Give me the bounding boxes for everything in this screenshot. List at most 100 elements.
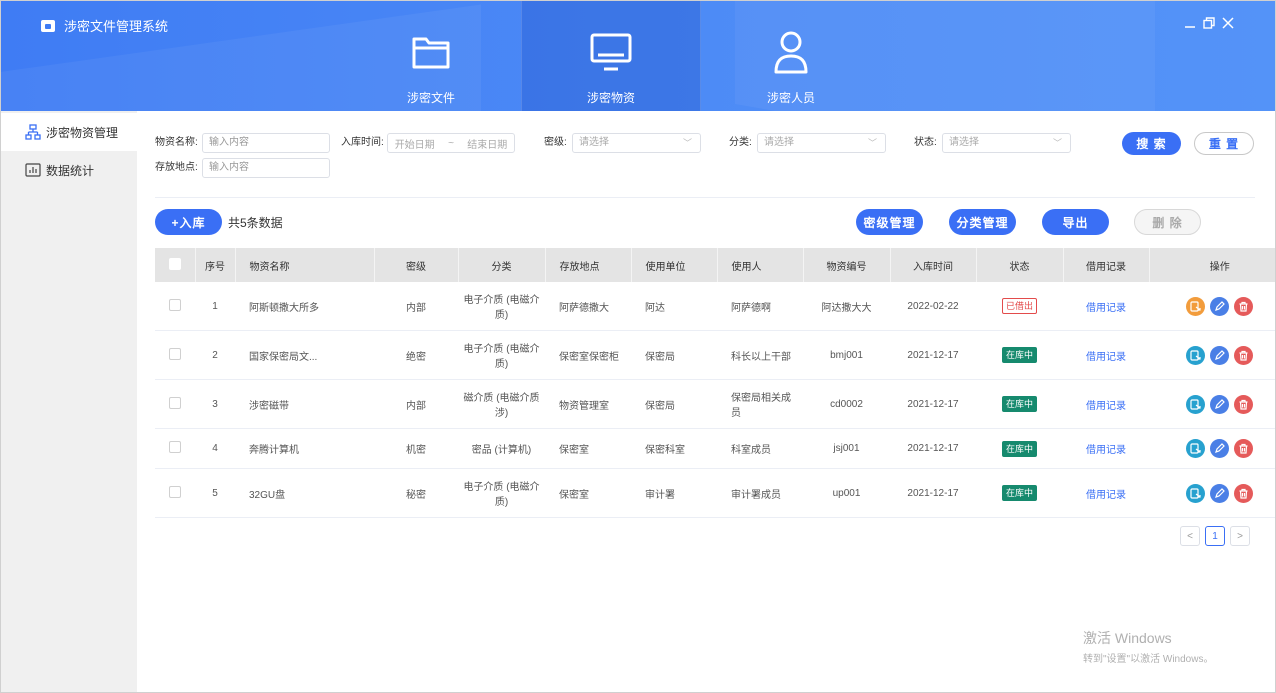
cell-time: 2021-12-17	[890, 468, 976, 518]
cell-level: 内部	[374, 282, 458, 331]
borrow-icon[interactable]	[1186, 439, 1205, 458]
select-all-checkbox[interactable]	[168, 257, 181, 270]
maximize-icon[interactable]	[1202, 15, 1216, 31]
nav-item-files[interactable]: 涉密文件	[341, 1, 521, 111]
search-button[interactable]: 搜 索	[1122, 132, 1181, 155]
edit-icon[interactable]	[1210, 296, 1229, 316]
edit-icon[interactable]	[1210, 345, 1229, 365]
select-placeholder: 请选择	[949, 137, 979, 148]
level-management-button[interactable]: 密级管理	[856, 209, 923, 235]
borrow-record-link[interactable]: 借用记录	[1086, 401, 1126, 412]
sidebar-item-material-management[interactable]: 涉密物资管理	[1, 113, 137, 151]
filter-category-select[interactable]: 请选择 ﹀	[757, 133, 886, 153]
sidebar-item-label: 涉密物资管理	[46, 125, 119, 140]
close-icon[interactable]	[1221, 15, 1235, 31]
header-status: 状态	[976, 248, 1064, 282]
date-end-placeholder: 结束日期	[467, 139, 508, 151]
reset-button[interactable]: 重 置	[1194, 132, 1254, 155]
filter-category-label: 分类:	[729, 137, 752, 148]
row-checkbox[interactable]	[169, 441, 181, 453]
cell-record: 借用记录	[1063, 379, 1149, 429]
cell-time: 2021-12-17	[890, 330, 976, 380]
row-checkbox[interactable]	[169, 485, 181, 498]
cell-name: 国家保密局文...	[235, 330, 374, 380]
prev-page-button[interactable]: <	[1180, 526, 1200, 546]
filter-date-range[interactable]: 开始日期 ~ 结束日期	[387, 133, 515, 153]
category-management-button[interactable]: 分类管理	[949, 209, 1016, 235]
add-stock-button[interactable]: +入库	[155, 209, 222, 235]
trash-icon[interactable]	[1234, 345, 1253, 365]
cell-user: 科长以上干部	[717, 330, 803, 380]
materials-table: 序号 物资名称 密级 分类 存放地点 使用单位 使用人 物资编号 入库时间 状态…	[155, 248, 1275, 518]
status-badge: 在库中	[1001, 396, 1037, 412]
trash-icon[interactable]	[1234, 296, 1253, 316]
status-badge: 已借出	[1001, 298, 1037, 314]
status-badge: 在库中	[1001, 347, 1037, 363]
nav-label-materials: 涉密物资	[586, 91, 635, 105]
main-content: 物资名称: 输入内容 入库时间: 开始日期 ~ 结束日期 密级: 请选择 ﹀ 分…	[137, 111, 1275, 692]
filter-status-label: 状态:	[914, 137, 937, 148]
row-select-cell[interactable]	[155, 468, 195, 518]
cell-level: 绝密	[374, 330, 458, 380]
row-checkbox[interactable]	[169, 298, 181, 311]
row-select-cell[interactable]	[155, 282, 195, 331]
sidebar-item-statistics[interactable]: 数据统计	[1, 151, 137, 189]
app-window: 涉密文件管理系统 涉密文件 涉密物资 涉密人员 涉密物资管理 数据统计 物资名称…	[0, 0, 1276, 693]
borrow-icon[interactable]	[1186, 483, 1205, 503]
trash-icon[interactable]	[1234, 439, 1253, 458]
windows-activation-watermark: 激活 Windows 转到"设置"以激活 Windows。	[1083, 628, 1213, 665]
table-row: 2 国家保密局文... 绝密 电子介质 (电磁介质) 保密室保密柜 保密局 科长…	[155, 330, 1275, 380]
header-unit: 使用单位	[631, 248, 718, 282]
next-page-button[interactable]: >	[1230, 526, 1250, 546]
cell-no: 4	[195, 428, 235, 469]
edit-icon[interactable]	[1210, 439, 1229, 458]
cell-name: 阿斯顿撒大所多	[235, 282, 374, 331]
cell-unit: 阿达	[631, 282, 717, 331]
row-checkbox[interactable]	[169, 396, 181, 409]
cell-name: 奔腾计算机	[235, 428, 374, 469]
cell-record: 借用记录	[1063, 330, 1149, 380]
trash-icon[interactable]	[1234, 394, 1253, 414]
filter-status-select[interactable]: 请选择 ﹀	[942, 133, 1071, 153]
borrow-record-link[interactable]: 借用记录	[1086, 352, 1126, 363]
filter-level-select[interactable]: 请选择 ﹀	[572, 133, 701, 153]
trash-icon[interactable]	[1234, 483, 1253, 503]
row-select-cell[interactable]	[155, 330, 195, 380]
cell-level: 秘密	[374, 468, 458, 518]
user-icon	[773, 29, 809, 75]
sidebar-item-label: 数据统计	[46, 163, 95, 178]
cell-status: 在库中	[976, 330, 1063, 380]
cell-user: 审计署成员	[717, 468, 803, 518]
app-header: 涉密文件管理系统 涉密文件 涉密物资 涉密人员	[1, 1, 1275, 111]
borrow-record-link[interactable]: 借用记录	[1086, 490, 1126, 501]
cell-user: 保密局相关成员	[717, 379, 803, 429]
cell-ops	[1149, 330, 1275, 380]
edit-icon[interactable]	[1210, 483, 1229, 503]
app-title: 涉密文件管理系统	[64, 19, 169, 34]
export-button[interactable]: 导出	[1042, 209, 1109, 235]
select-all-cell[interactable]	[155, 248, 196, 282]
return-icon[interactable]	[1186, 296, 1205, 316]
borrow-icon[interactable]	[1186, 394, 1205, 414]
nav-item-personnel[interactable]: 涉密人员	[701, 1, 881, 111]
filter-panel: 物资名称: 输入内容 入库时间: 开始日期 ~ 结束日期 密级: 请选择 ﹀ 分…	[155, 133, 1255, 197]
header-location: 存放地点	[545, 248, 632, 282]
cell-location: 阿萨德撒大	[545, 282, 631, 331]
cell-ops	[1149, 379, 1275, 429]
borrow-record-link[interactable]: 借用记录	[1086, 303, 1126, 314]
page-1-button[interactable]: 1	[1205, 526, 1225, 546]
row-select-cell[interactable]	[155, 428, 195, 469]
delete-button[interactable]: 删 除	[1134, 209, 1201, 235]
row-checkbox[interactable]	[169, 347, 181, 360]
filter-name-input[interactable]: 输入内容	[202, 133, 330, 153]
filter-name-label: 物资名称:	[155, 137, 198, 148]
edit-icon[interactable]	[1210, 394, 1229, 414]
cell-unit: 保密局	[631, 330, 717, 380]
minimize-icon[interactable]	[1183, 15, 1197, 31]
borrow-record-link[interactable]: 借用记录	[1086, 445, 1126, 456]
nav-item-materials[interactable]: 涉密物资	[521, 1, 701, 111]
row-select-cell[interactable]	[155, 379, 195, 429]
filter-location-input[interactable]: 输入内容	[202, 158, 330, 178]
cell-name: 涉密磁带	[235, 379, 374, 429]
borrow-icon[interactable]	[1186, 345, 1205, 365]
